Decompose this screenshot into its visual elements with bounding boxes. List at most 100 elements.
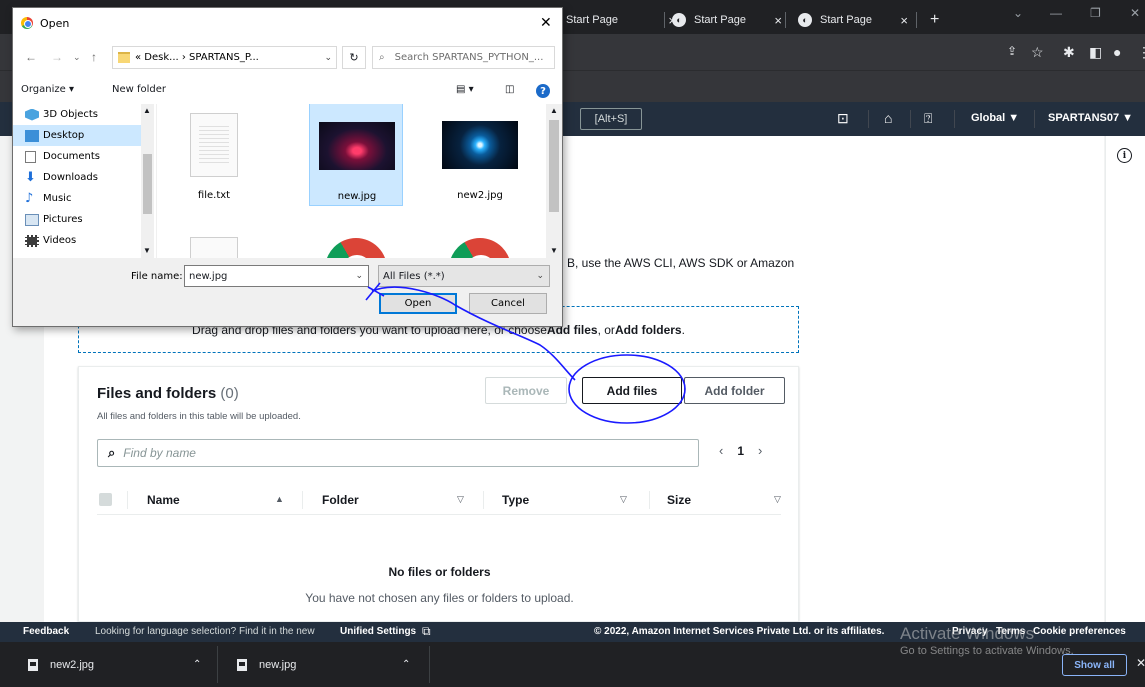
forward-arrow-icon[interactable]: → bbox=[51, 50, 63, 64]
file-item[interactable] bbox=[309, 216, 403, 258]
tab-search-icon[interactable]: ⌄ bbox=[1013, 6, 1023, 20]
new-folder-button[interactable]: New folder bbox=[112, 84, 166, 95]
preview-pane-icon[interactable]: ◫ bbox=[505, 84, 514, 95]
cookie-preferences-link[interactable]: Cookie preferences bbox=[1033, 626, 1126, 637]
column-folder[interactable]: Folder bbox=[322, 493, 359, 507]
bookmark-star-icon[interactable]: ☆ bbox=[1031, 44, 1044, 61]
nav-item-desktop[interactable]: Desktop bbox=[13, 125, 141, 146]
search-shortcut-hint[interactable]: [Alt+S] bbox=[580, 108, 642, 130]
account-menu[interactable]: SPARTANS07 ▼ bbox=[1048, 112, 1133, 124]
share-icon[interactable]: ⇪ bbox=[1007, 44, 1017, 58]
chevron-down-icon[interactable]: ⌄ bbox=[536, 271, 544, 281]
chevron-up-icon[interactable]: ⌃ bbox=[402, 659, 410, 670]
browser-menu-icon[interactable]: ⋮ bbox=[1137, 44, 1145, 61]
close-icon[interactable]: ✕ bbox=[1136, 656, 1145, 670]
show-all-button[interactable]: Show all bbox=[1062, 654, 1127, 676]
chevron-down-icon[interactable]: ⌄ bbox=[324, 53, 332, 63]
notifications-bell-icon[interactable]: ⌂ bbox=[884, 110, 892, 126]
folder-search-placeholder: Search SPARTANS_PYTHON_... bbox=[394, 52, 544, 63]
back-arrow-icon[interactable]: ← bbox=[25, 50, 37, 64]
download-item[interactable]: new.jpg bbox=[237, 642, 296, 687]
current-page[interactable]: 1 bbox=[737, 444, 744, 458]
cancel-button[interactable]: Cancel bbox=[469, 293, 547, 314]
search-icon: ⌕ bbox=[108, 445, 116, 460]
column-divider bbox=[649, 491, 650, 509]
add-folder-button[interactable]: Add folder bbox=[684, 377, 785, 404]
sort-icon[interactable]: ▽ bbox=[774, 494, 781, 505]
column-type[interactable]: Type bbox=[502, 493, 529, 507]
file-list-scrollbar[interactable]: ▲ ▼ bbox=[546, 104, 562, 258]
side-panel-icon[interactable]: ◧ bbox=[1089, 44, 1102, 61]
image-file-icon bbox=[237, 658, 247, 671]
image-thumbnail bbox=[441, 110, 519, 180]
file-list-pane: file.txt new.jpg new2.jpg bbox=[156, 104, 546, 258]
new-tab-button[interactable]: + bbox=[930, 6, 939, 34]
folder-path-breadcrumb[interactable]: « Desk... › SPARTANS_P... ⌄ bbox=[112, 46, 337, 69]
column-name[interactable]: Name bbox=[147, 493, 180, 507]
extensions-puzzle-icon[interactable]: ✱ bbox=[1063, 44, 1075, 61]
file-item-selected[interactable]: new.jpg bbox=[309, 104, 403, 206]
nav-item-documents[interactable]: Documents bbox=[13, 146, 141, 167]
navigation-scrollbar[interactable]: ▲ ▼ bbox=[141, 104, 154, 258]
folder-search-field[interactable]: ⌕ Search SPARTANS_PYTHON_... bbox=[372, 46, 555, 69]
region-selector[interactable]: Global ▼ bbox=[971, 112, 1019, 124]
profile-avatar-icon[interactable]: ● bbox=[1113, 44, 1121, 60]
file-name-label: File name: bbox=[131, 271, 183, 282]
cloudshell-icon[interactable]: ⊡ bbox=[837, 110, 849, 127]
scroll-up-icon[interactable]: ▲ bbox=[143, 106, 151, 115]
organize-menu[interactable]: Organize ▾ bbox=[21, 84, 74, 95]
nav-item-label: Documents bbox=[43, 151, 101, 162]
refresh-icon[interactable]: ↻ bbox=[342, 46, 366, 69]
nav-item-videos[interactable]: Videos bbox=[13, 230, 141, 251]
info-icon[interactable]: i bbox=[1117, 148, 1132, 163]
find-by-name-input[interactable] bbox=[123, 446, 664, 460]
pagination: ‹ 1 › bbox=[719, 443, 762, 458]
chevron-down-icon[interactable]: ⌄ bbox=[355, 271, 363, 281]
file-item[interactable]: file.txt bbox=[167, 104, 261, 206]
nav-item-label: Downloads bbox=[43, 172, 98, 183]
close-tab-icon[interactable]: × bbox=[900, 13, 908, 28]
remove-button[interactable]: Remove bbox=[485, 377, 567, 404]
unified-settings-link[interactable]: Unified Settings bbox=[340, 626, 416, 637]
up-arrow-icon[interactable]: ↑ bbox=[91, 50, 97, 64]
chevron-up-icon[interactable]: ⌃ bbox=[193, 659, 201, 670]
scrollbar-thumb[interactable] bbox=[143, 154, 152, 214]
minimize-icon[interactable]: — bbox=[1050, 6, 1062, 20]
dialog-command-bar: Organize ▾ New folder ▤ ▾ ◫ ? bbox=[13, 78, 562, 104]
open-button[interactable]: Open bbox=[379, 293, 457, 314]
browser-tab-2[interactable]: ◐ Start Page × bbox=[672, 6, 790, 34]
file-item[interactable] bbox=[167, 216, 261, 258]
add-files-button[interactable]: Add files bbox=[582, 377, 682, 404]
file-name-input[interactable]: new.jpg ⌄ bbox=[184, 265, 369, 287]
close-window-icon[interactable]: ✕ bbox=[1130, 6, 1140, 20]
restore-icon[interactable]: ❐ bbox=[1090, 6, 1101, 20]
file-item[interactable] bbox=[433, 216, 527, 258]
scroll-down-icon[interactable]: ▼ bbox=[143, 246, 151, 255]
previous-page-icon[interactable]: ‹ bbox=[719, 443, 723, 458]
view-options-icon[interactable]: ▤ ▾ bbox=[456, 84, 474, 95]
nav-item-music[interactable]: ♪ Music bbox=[13, 188, 141, 209]
sort-icon[interactable]: ▽ bbox=[620, 494, 627, 505]
scroll-down-icon[interactable]: ▼ bbox=[550, 246, 558, 255]
nav-item-3d-objects[interactable]: 3D Objects bbox=[13, 104, 141, 125]
nav-item-downloads[interactable]: ⬇ Downloads bbox=[13, 167, 141, 188]
file-type-select[interactable]: All Files (*.*) ⌄ bbox=[378, 265, 550, 287]
help-icon[interactable]: ⍰ bbox=[924, 110, 932, 127]
sort-icon[interactable]: ▽ bbox=[457, 494, 464, 505]
browser-tab-3[interactable]: ◐ Start Page × bbox=[798, 6, 916, 34]
next-page-icon[interactable]: › bbox=[758, 443, 762, 458]
scrollbar-thumb[interactable] bbox=[549, 120, 559, 212]
sort-ascending-icon[interactable]: ▲ bbox=[275, 494, 284, 504]
file-item[interactable]: new2.jpg bbox=[433, 104, 527, 206]
select-all-checkbox[interactable] bbox=[99, 493, 112, 506]
download-item[interactable]: new2.jpg bbox=[28, 642, 94, 687]
nav-item-pictures[interactable]: Pictures bbox=[13, 209, 141, 230]
close-tab-icon[interactable]: × bbox=[774, 13, 782, 28]
feedback-link[interactable]: Feedback bbox=[23, 626, 69, 637]
browser-tab-1[interactable]: Start Page × bbox=[566, 6, 684, 34]
recent-locations-icon[interactable]: ⌄ bbox=[73, 52, 81, 63]
help-icon[interactable]: ? bbox=[536, 84, 550, 98]
column-size[interactable]: Size bbox=[667, 493, 691, 507]
close-icon[interactable]: ✕ bbox=[540, 14, 552, 31]
scroll-up-icon[interactable]: ▲ bbox=[550, 106, 558, 115]
